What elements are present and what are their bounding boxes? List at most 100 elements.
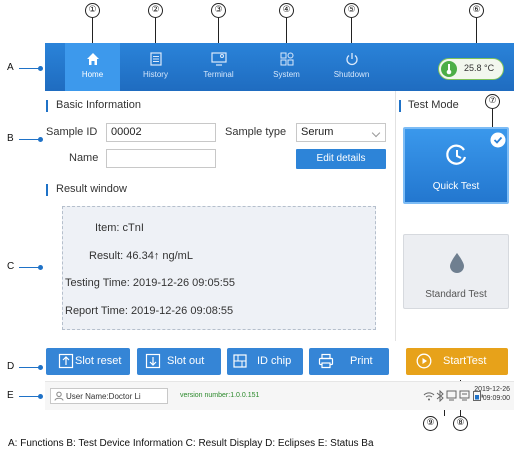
wifi-icon (423, 392, 435, 401)
callout-6: ⑥ (469, 3, 484, 18)
row-dot-b (38, 137, 43, 142)
row-label-e: E (7, 390, 14, 401)
row-line-b (19, 139, 40, 140)
edit-details-button[interactable]: Edit details (296, 149, 386, 169)
row-line-d (19, 367, 40, 368)
printer-icon (318, 353, 334, 369)
nav-shutdown-label: Shutdown (333, 70, 370, 79)
temperature-value: 25.8 °C (464, 63, 495, 73)
callout-7: ⑦ (485, 94, 500, 109)
result-display: Item: cTnI Result: 46.34↑ ng/mL Testing … (62, 206, 376, 330)
sample-id-label: Sample ID (46, 126, 98, 138)
nav-system-label: System (273, 70, 300, 79)
callout-line-1 (92, 18, 93, 43)
quick-test-label: Quick Test (432, 181, 480, 192)
usb-icon (446, 390, 457, 401)
test-mode-heading: Test Mode (408, 99, 459, 111)
row-dot-a (38, 66, 43, 71)
callout-1: ① (85, 3, 100, 18)
row-label-a: A (7, 62, 14, 73)
row-line-a (19, 68, 40, 69)
result-heading: Result window (56, 183, 127, 195)
panel-divider (395, 91, 396, 341)
test-mode-marker (399, 100, 401, 112)
standard-test-button[interactable]: Standard Test (403, 234, 509, 309)
nav-terminal[interactable]: Terminal (191, 43, 246, 91)
status-bar: User Name:Doctor Li version number:1.0.0… (45, 381, 514, 410)
start-test-label: StartTest (443, 355, 487, 367)
callout-2: ② (148, 3, 163, 18)
top-nav-bar: Home History Terminal System Shutdown 25… (45, 43, 514, 91)
nav-home-label: Home (81, 70, 104, 79)
slot-reset-button[interactable]: Slot reset (46, 348, 130, 375)
callout-5: ⑤ (344, 3, 359, 18)
row-line-c (19, 267, 40, 268)
home-icon (86, 53, 99, 65)
sample-id-field[interactable]: 00002 (106, 123, 216, 142)
row-dot-e (38, 394, 43, 399)
row-label-d: D (7, 361, 15, 372)
callout-9: ⑨ (423, 416, 438, 431)
nav-history-label: History (143, 70, 168, 79)
name-field[interactable] (106, 149, 216, 168)
version-number: version number:1.0.0.151 (180, 392, 260, 399)
callout-line-3 (218, 18, 219, 43)
quick-test-button[interactable]: Quick Test (403, 127, 509, 204)
callout-4: ④ (279, 3, 294, 18)
timer-icon (446, 144, 467, 165)
row-label-b: B (7, 133, 14, 144)
standard-test-label: Standard Test (425, 289, 487, 300)
nav-terminal-label: Terminal (203, 70, 234, 79)
power-icon (345, 53, 358, 66)
user-icon (54, 391, 64, 401)
sample-type-select[interactable]: Serum (296, 123, 386, 142)
nav-shutdown[interactable]: Shutdown (324, 43, 379, 91)
row-dot-c (38, 265, 43, 270)
callout-line-4 (286, 18, 287, 43)
play-icon (416, 353, 432, 369)
sample-type-label: Sample type (225, 126, 287, 138)
sample-type-value: Serum (301, 126, 334, 138)
nav-system[interactable]: System (259, 43, 314, 91)
basic-info-marker (46, 100, 48, 112)
user-name: User Name:Doctor Li (66, 392, 141, 401)
callout-3: ③ (211, 3, 226, 18)
callout-8: ⑧ (453, 416, 468, 431)
id-chip-label: ID chip (257, 355, 292, 367)
user-name-field: User Name:Doctor Li (50, 388, 168, 404)
status-date: 2019-12-26 (474, 386, 510, 393)
check-icon (490, 132, 506, 148)
chip-icon (233, 354, 247, 368)
result-value: Result: 46.34↑ ng/mL (89, 250, 193, 262)
callout-line-2 (155, 18, 156, 43)
name-label: Name (69, 152, 99, 164)
print-button[interactable]: Print (309, 348, 389, 375)
system-icon (280, 52, 293, 66)
callout-line-7 (492, 109, 493, 127)
bluetooth-icon (436, 390, 444, 402)
slot-out-label: Slot out (167, 355, 205, 367)
id-chip-button[interactable]: ID chip (227, 348, 303, 375)
history-icon (149, 52, 162, 66)
slot-reset-label: Slot reset (75, 355, 122, 367)
nav-home[interactable]: Home (65, 43, 120, 91)
drop-icon (450, 253, 464, 273)
figure-legend: A: Functions B: Test Device Information … (8, 438, 374, 449)
chevron-down-icon (371, 128, 381, 138)
print-label: Print (350, 355, 373, 367)
callout-line-5 (351, 18, 352, 43)
basic-info-heading: Basic Information (56, 99, 141, 111)
nav-history[interactable]: History (128, 43, 183, 91)
status-time: 09:09:00 (482, 395, 510, 402)
row-line-e (19, 396, 40, 397)
row-label-c: C (7, 261, 15, 272)
temperature-indicator: 25.8 °C (438, 58, 504, 80)
result-marker (46, 184, 48, 196)
date-time: 2019-12-26 09:09:00 (463, 385, 510, 403)
slot-reset-icon (58, 353, 74, 369)
testing-time: Testing Time: 2019-12-26 09:05:55 (65, 277, 236, 289)
start-test-button[interactable]: StartTest (406, 348, 508, 375)
result-item: Item: cTnI (95, 222, 144, 234)
report-time: Report Time: 2019-12-26 09:08:55 (65, 305, 234, 317)
slot-out-button[interactable]: Slot out (137, 348, 221, 375)
